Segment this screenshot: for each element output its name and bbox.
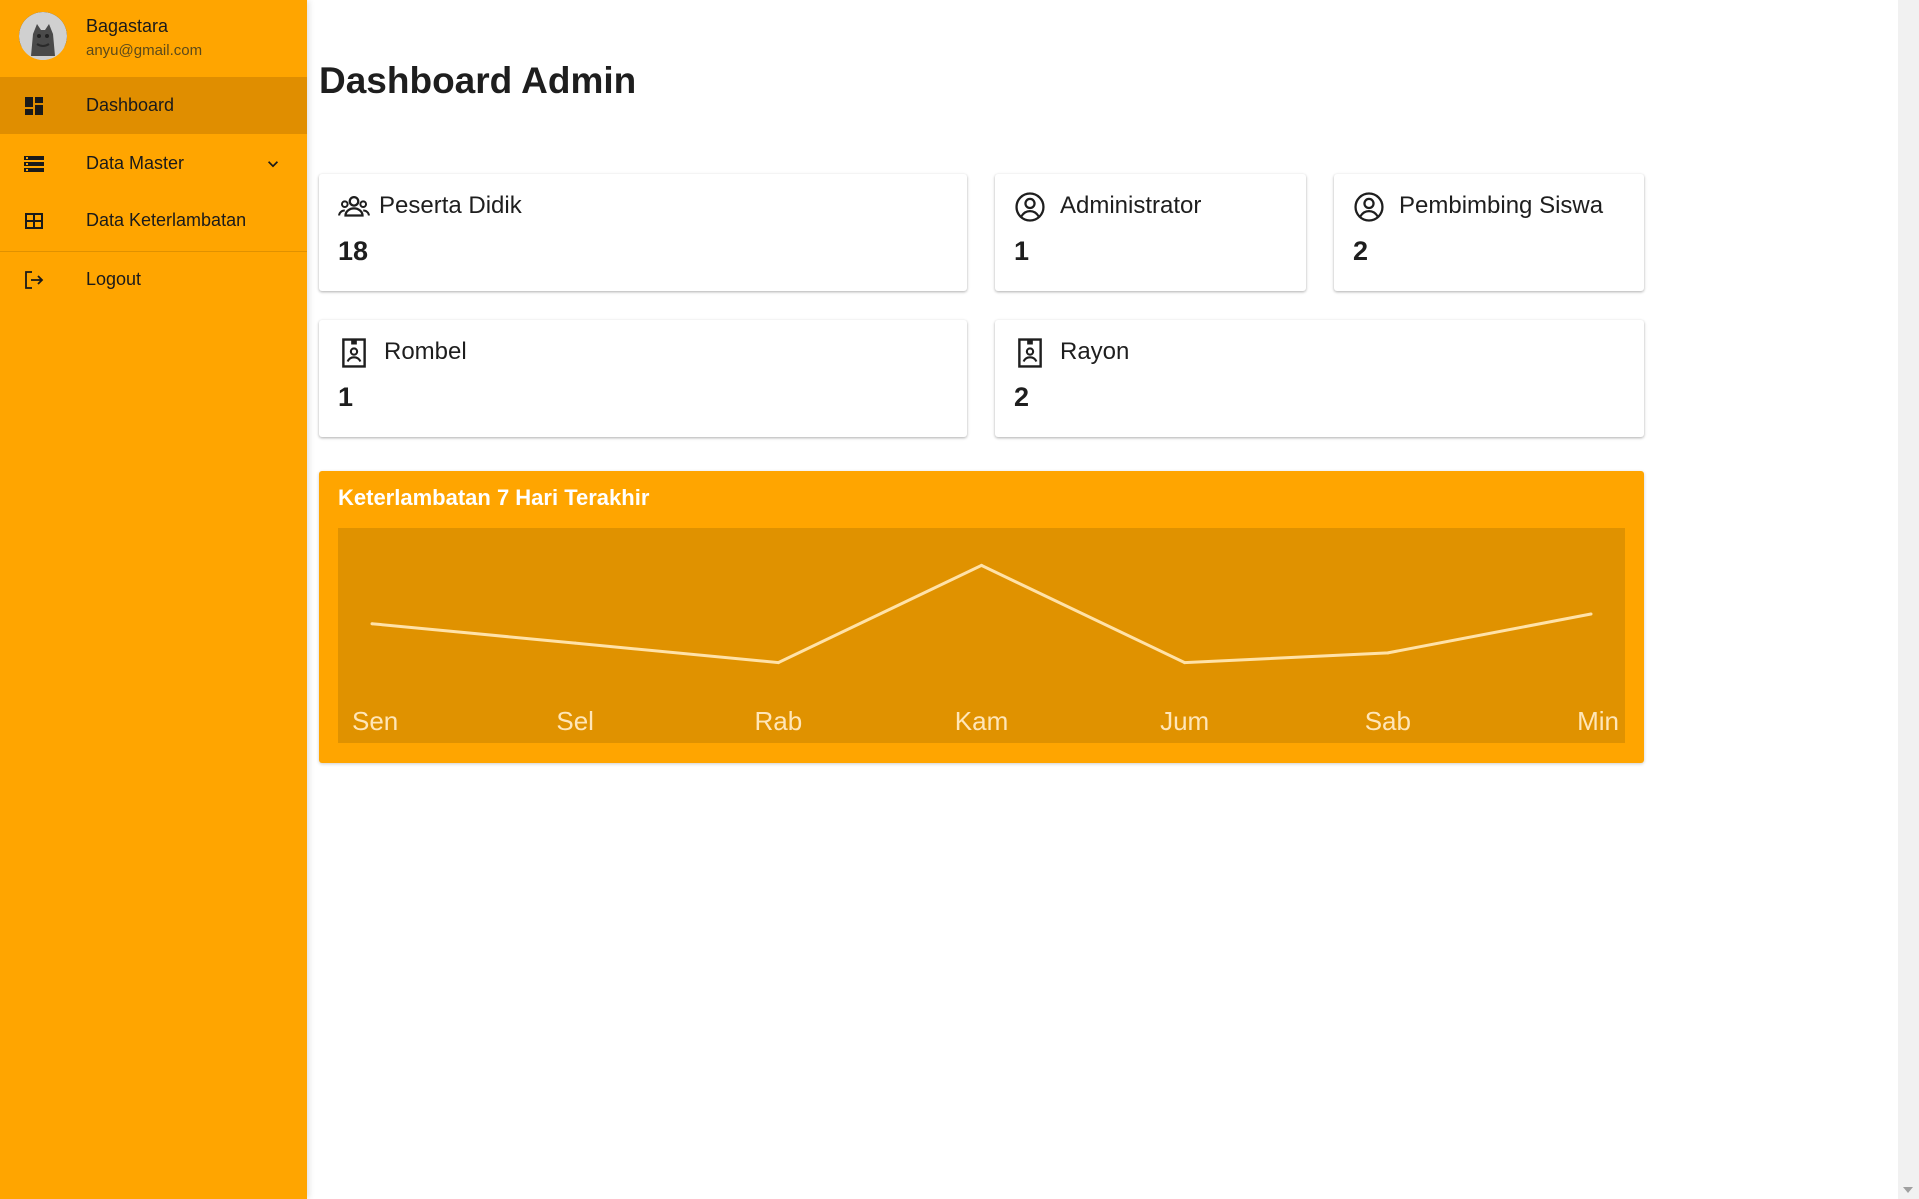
badge-icon bbox=[1018, 338, 1042, 368]
card-value: 18 bbox=[338, 236, 369, 266]
nav-item-dashboard[interactable]: Dashboard bbox=[0, 77, 307, 134]
data-point bbox=[980, 563, 983, 567]
storage-icon bbox=[24, 155, 44, 172]
card-value: 2 bbox=[1353, 236, 1369, 266]
page-title: Dashboard Admin bbox=[319, 60, 637, 101]
card-label: Pembimbing Siswa bbox=[1399, 192, 1604, 219]
card-label: Rayon bbox=[1060, 338, 1130, 365]
x-tick-label: Jum bbox=[1160, 706, 1209, 736]
logout-icon bbox=[25, 270, 44, 289]
card-label: Administrator bbox=[1060, 192, 1202, 219]
data-point bbox=[370, 622, 374, 626]
scroll-down-arrow[interactable] bbox=[1903, 1187, 1913, 1193]
card-label: Rombel bbox=[384, 338, 467, 365]
profile-email: anyu@gmail.com bbox=[86, 42, 203, 59]
nav-item-logout[interactable]: Logout bbox=[0, 251, 307, 308]
chart-area: Sen Sel Rab Kam Jum Sab Min bbox=[338, 528, 1625, 743]
data-point bbox=[1183, 661, 1187, 665]
table-icon bbox=[25, 212, 43, 229]
account-circle-icon bbox=[1015, 192, 1045, 222]
chart-title: Keterlambatan 7 Hari Terakhir bbox=[338, 485, 650, 510]
line-chart: Sen Sel Rab Kam Jum Sab Min bbox=[352, 563, 1619, 736]
nav-item-data-master[interactable]: Data Master bbox=[0, 135, 307, 192]
sidebar: Bagastara anyu@gmail.com Dashboard Data … bbox=[0, 0, 307, 1199]
scrollbar[interactable] bbox=[1898, 0, 1919, 1199]
card-value: 1 bbox=[1014, 236, 1030, 266]
account-circle-icon bbox=[1354, 192, 1384, 222]
user-profile: Bagastara anyu@gmail.com bbox=[0, 0, 307, 77]
nav-label-data-master: Data Master bbox=[86, 153, 185, 173]
nav-item-data-keterlambatan[interactable]: Data Keterlambatan bbox=[0, 192, 307, 249]
nav-label-data-keterlambatan: Data Keterlambatan bbox=[86, 210, 247, 230]
data-point bbox=[573, 641, 577, 645]
card-value: 1 bbox=[338, 382, 354, 412]
x-tick-label: Kam bbox=[955, 706, 1008, 736]
card-rombel: Rombel 1 bbox=[319, 320, 967, 437]
nav-label-logout: Logout bbox=[86, 269, 142, 289]
x-tick-label: Sen bbox=[352, 706, 398, 736]
x-tick-label: Rab bbox=[754, 706, 802, 736]
card-administrator: Administrator 1 bbox=[995, 174, 1306, 291]
data-point bbox=[1589, 612, 1593, 616]
x-tick-label: Sab bbox=[1365, 706, 1411, 736]
chevron-down-icon[interactable] bbox=[263, 154, 283, 174]
profile-name: Bagastara bbox=[86, 16, 169, 36]
card-pembimbing-siswa: Pembimbing Siswa 2 bbox=[1334, 174, 1644, 291]
data-point bbox=[776, 661, 780, 665]
avatar bbox=[19, 12, 67, 60]
x-tick-label: Sel bbox=[556, 706, 594, 736]
group-icon bbox=[338, 195, 370, 217]
card-value: 2 bbox=[1014, 382, 1030, 412]
card-rayon: Rayon 2 bbox=[995, 320, 1644, 437]
card-peserta-didik: Peserta Didik 18 bbox=[319, 174, 967, 291]
card-label: Peserta Didik bbox=[379, 192, 522, 219]
series-line bbox=[371, 563, 1592, 665]
chart-card: Keterlambatan 7 Hari Terakhir Sen Sel Rab K… bbox=[319, 471, 1644, 763]
x-tick-label: Min bbox=[1577, 706, 1619, 736]
nav-label-dashboard: Dashboard bbox=[86, 95, 175, 115]
dashboard-icon bbox=[25, 96, 43, 115]
data-point bbox=[1386, 651, 1390, 655]
badge-icon bbox=[342, 338, 366, 368]
